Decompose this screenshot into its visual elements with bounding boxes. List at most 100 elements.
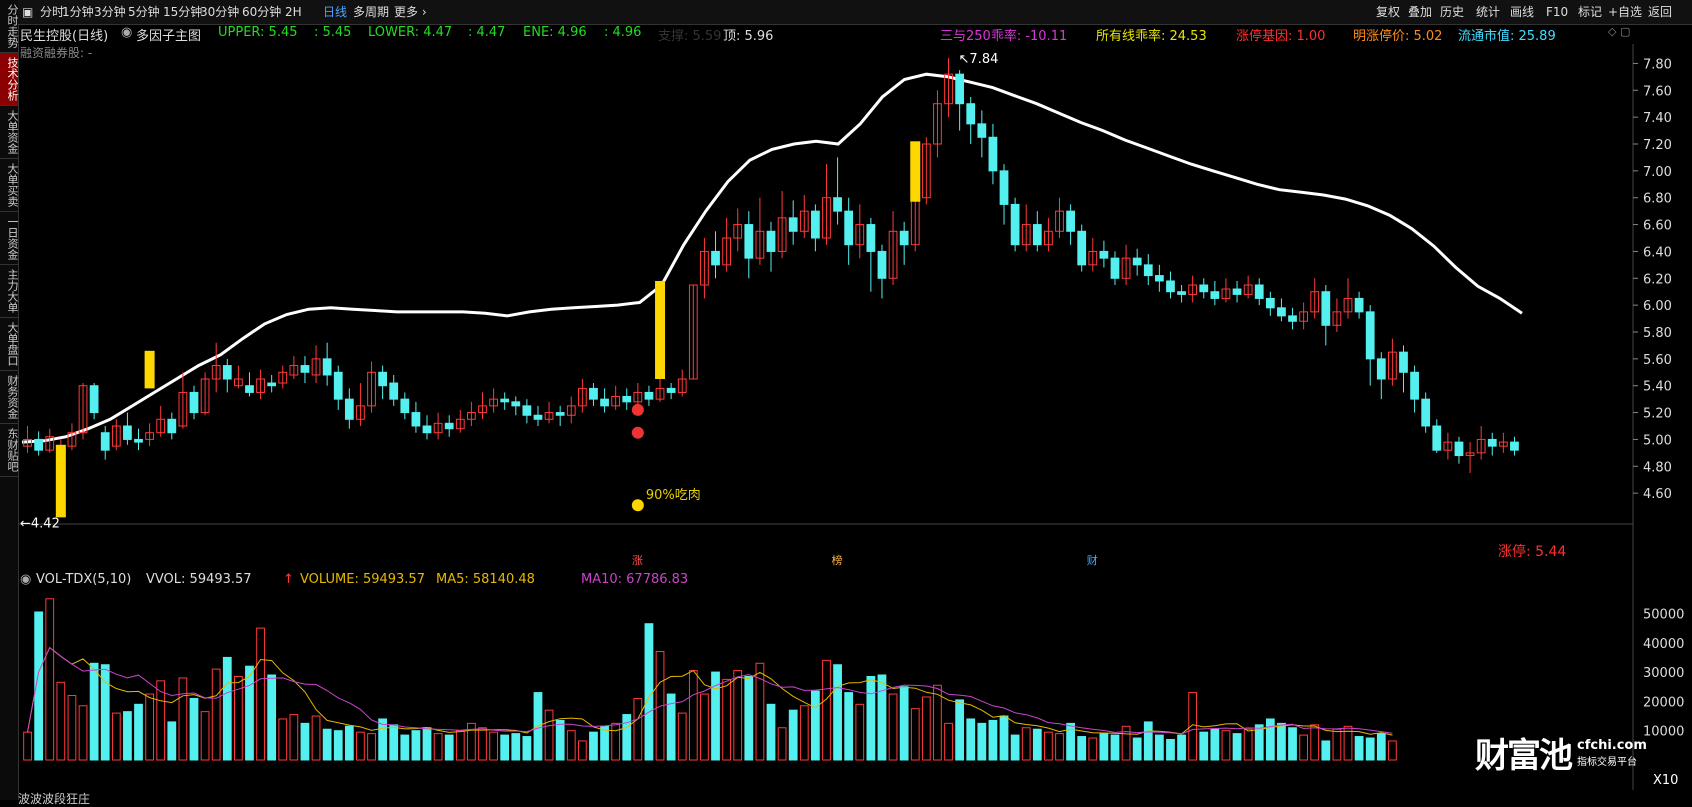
volume-bar	[589, 731, 598, 761]
limit-up-bar	[55, 444, 66, 518]
candle-body	[955, 73, 965, 105]
price-tick-label: 7.40	[1643, 111, 1672, 126]
volume-bar	[344, 725, 354, 761]
toolbar-right-0[interactable]: 复权	[1376, 3, 1400, 21]
volume-bar	[1288, 727, 1297, 761]
volume-bar	[267, 674, 277, 761]
candle-body	[1454, 441, 1464, 457]
period-2[interactable]: 3分钟	[94, 3, 126, 21]
candle-body	[1254, 284, 1264, 299]
main-price-chart[interactable]: 4.60 4.80 5.00 5.20 5.40 5.60 5.80 6.00 6.20 6.40…	[18, 44, 1692, 568]
toolbar-right-3[interactable]: 统计	[1476, 3, 1500, 21]
volume-bar	[744, 675, 754, 761]
sidebar-tab-2[interactable]: 大单资金	[0, 106, 19, 159]
volume-bar	[178, 677, 188, 761]
period-3[interactable]: 5分钟	[128, 3, 160, 21]
volume-bar	[1388, 740, 1397, 761]
period-10[interactable]: 更多 ›	[394, 3, 427, 21]
toolbar-right-2[interactable]: 历史	[1440, 3, 1464, 21]
toolbar-right-1[interactable]: 叠加	[1408, 3, 1432, 21]
period-4[interactable]: 15分钟	[163, 3, 202, 21]
volume-bar	[300, 722, 310, 761]
limit-up-bar	[910, 141, 921, 202]
period-1[interactable]: 1分钟	[62, 3, 94, 21]
candle-body	[222, 365, 232, 380]
sidebar-tab-8[interactable]: 东财贴吧	[0, 424, 19, 477]
volume-bar	[189, 697, 199, 761]
toolbar-right-7[interactable]: +自选	[1608, 3, 1642, 21]
volume-bar	[1277, 722, 1286, 761]
volume-bar	[478, 727, 487, 761]
volume-bar	[123, 711, 132, 761]
volume-ma10-line	[27, 646, 1393, 735]
collapse-icon[interactable]: ◇ ▢	[1608, 25, 1630, 38]
volume-bar	[611, 722, 621, 761]
candle-body	[344, 398, 354, 420]
bottom-indicator[interactable]: 波波波段狂庄	[18, 790, 90, 807]
volume-bar	[1154, 734, 1164, 761]
sidebar-tab-7[interactable]: 财务资金	[0, 371, 19, 424]
candle-body	[422, 425, 432, 434]
price-tick-label: 6.20	[1643, 272, 1672, 287]
volume-bar	[200, 711, 210, 761]
volume-bar	[999, 715, 1009, 761]
sidebar-tab-0[interactable]: 分时走势	[0, 0, 19, 53]
candle-body	[522, 405, 532, 416]
period-8[interactable]: 日线	[323, 3, 347, 21]
watermark-logo: 财富池 cfchi.com 指标交易平台	[1475, 728, 1647, 777]
volume-bar	[1188, 692, 1198, 761]
volume-bar	[921, 696, 931, 761]
sidebar-tab-1[interactable]: 技术分析	[0, 53, 19, 106]
sidebar-tab-6[interactable]: 大单盘口	[0, 318, 19, 371]
sidebar-tab-5[interactable]: 主力大单	[0, 265, 19, 318]
volume-bar	[811, 690, 820, 761]
period-5[interactable]: 30分钟	[200, 3, 239, 21]
watermark-domain: cfchi.com	[1577, 737, 1647, 753]
dropdown-icon[interactable]: ◉	[121, 25, 132, 40]
volume-tick-label: 20000	[1643, 695, 1684, 710]
candle-body	[1143, 264, 1153, 277]
volume-bar	[1055, 733, 1064, 761]
candle-body	[966, 103, 976, 125]
volume-bar	[378, 718, 388, 761]
toolbar-right-8[interactable]: 返回	[1648, 3, 1672, 21]
toolbar-right-4[interactable]: 画线	[1510, 3, 1534, 21]
candle-body	[766, 230, 776, 252]
stock-title[interactable]: 民生控股(日线)	[20, 25, 108, 44]
all-line-deviation: 所有线乖率: 24.53	[1096, 29, 1207, 44]
volume-bar	[988, 719, 998, 761]
candle-body	[1365, 311, 1375, 360]
candle-body	[245, 385, 254, 393]
volume-bar	[1332, 728, 1342, 761]
volume-bar	[1077, 736, 1087, 761]
volume-bar	[511, 733, 521, 761]
volume-bar	[899, 686, 909, 761]
sidebar-tab-3[interactable]: 大单买卖	[0, 159, 19, 212]
candle-body	[666, 387, 676, 393]
volume-bar	[1354, 736, 1364, 761]
volume-bar	[56, 681, 66, 761]
toolbar-right-5[interactable]: F10	[1546, 3, 1568, 21]
volume-bar	[333, 730, 343, 761]
sidebar-tab-4[interactable]: 一日资金	[0, 212, 19, 265]
candle-body	[400, 398, 410, 414]
volume-chart[interactable]: 10000 20000 30000 40000 50000 X10	[18, 568, 1692, 790]
period-0[interactable]: 分时	[40, 3, 64, 21]
menu-icon[interactable]: ▣	[22, 3, 33, 21]
period-9[interactable]: 多周期	[353, 3, 389, 21]
limit-up-price-label: 涨停: 5.44	[1498, 543, 1566, 560]
volume-bar	[1166, 738, 1175, 761]
period-7[interactable]: 2H	[285, 3, 302, 21]
volume-indicator-name[interactable]: VOL-TDX(5,10)	[36, 572, 131, 587]
main-indicator-name[interactable]: 多因子主图	[136, 25, 201, 44]
candle-body	[1099, 250, 1109, 259]
volume-bar	[45, 598, 55, 761]
volume-bar	[245, 665, 254, 761]
volume-bar	[256, 627, 265, 761]
volume-bar	[966, 718, 976, 761]
period-6[interactable]: 60分钟	[242, 3, 281, 21]
toolbar-right-6[interactable]: 标记	[1578, 3, 1602, 21]
candle-body	[267, 382, 277, 387]
dropdown-icon[interactable]: ◉	[20, 572, 31, 587]
candle-body	[788, 217, 798, 232]
